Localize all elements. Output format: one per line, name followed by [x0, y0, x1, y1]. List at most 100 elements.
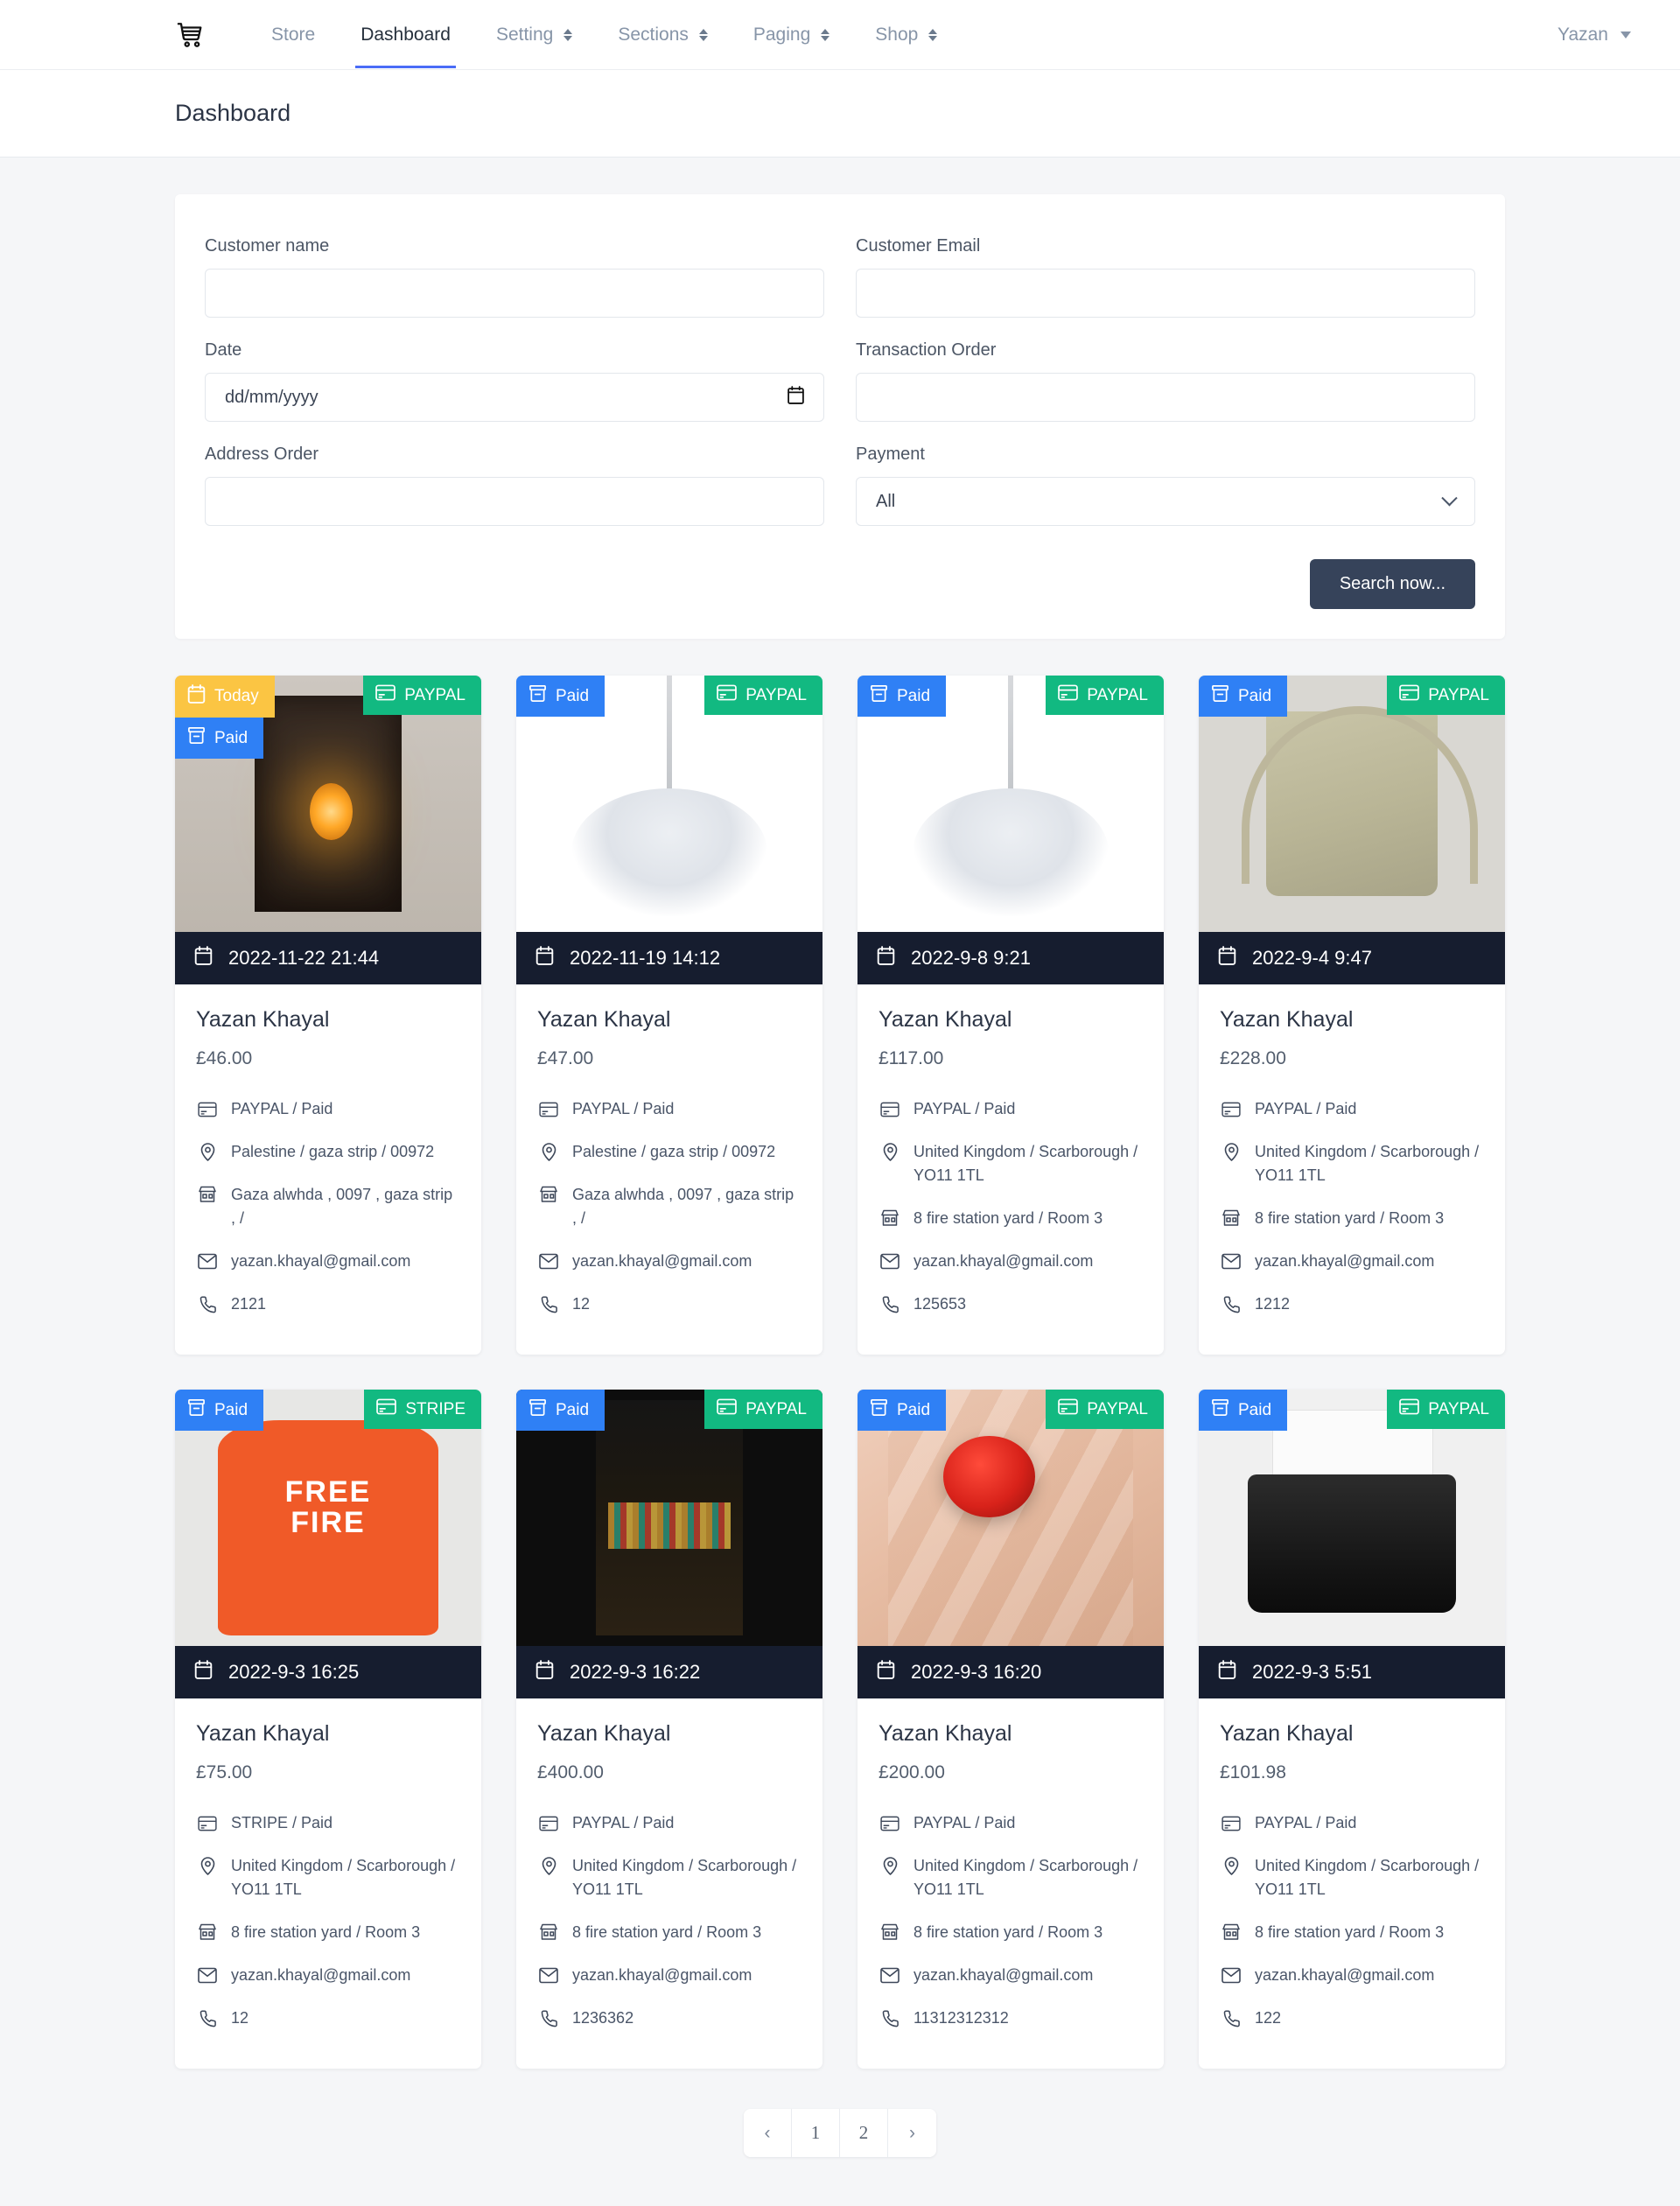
customer-name: Yazan Khayal: [878, 1721, 1012, 1746]
badge-status: Paid: [1199, 1390, 1288, 1431]
customer-name-input[interactable]: [205, 269, 824, 318]
credit-card-icon: [1399, 684, 1420, 706]
badge-gateway-label: PAYPAL: [1428, 1399, 1489, 1418]
badge-gateway-label: STRIPE: [405, 1399, 466, 1418]
order-card[interactable]: Paid PAYPAL 2022-9-8 9:21 Yazan Khayal £…: [858, 676, 1164, 1355]
order-image-wrapper: Paid PAYPAL: [1199, 676, 1505, 932]
order-email-row: yazan.khayal@gmail.com: [1220, 1250, 1484, 1273]
order-phone-row: 125653: [878, 1292, 1143, 1316]
order-card[interactable]: Paid STRIPE 2022-9-3 16:25 Yazan Khayal …: [175, 1390, 481, 2069]
map-pin-icon: [878, 1854, 901, 1875]
order-phone-value: 1236362: [572, 2009, 634, 2027]
order-details: Yazan Khayal £228.00 PAYPAL / Paid Unite…: [1199, 984, 1505, 1355]
order-date-bar: 2022-9-3 16:25: [175, 1646, 481, 1698]
payment-select[interactable]: All: [856, 477, 1475, 526]
order-address-value: Gaza alwhda , 0097 , gaza strip , /: [572, 1186, 794, 1227]
order-card[interactable]: Today Paid PAYPAL 2022-11-22 21:44 Yazan…: [175, 676, 481, 1355]
order-phone-value: 1212: [1255, 1295, 1291, 1313]
credit-card-icon: [1220, 1816, 1242, 1831]
customer-name-label: Customer name: [205, 236, 330, 256]
nav-item-sections[interactable]: Sections: [595, 2, 731, 68]
order-location-value: Palestine / gaza strip / 00972: [572, 1143, 776, 1160]
box-icon: [187, 726, 206, 750]
order-payment-value: PAYPAL / Paid: [914, 1100, 1016, 1117]
search-form-grid: Customer name Customer Email Date dd/mm/…: [205, 236, 1475, 549]
order-card[interactable]: Paid PAYPAL 2022-9-3 16:22 Yazan Khayal …: [516, 1390, 822, 2069]
order-phone-row: 1236362: [537, 2006, 802, 2030]
order-amount: £47.00: [537, 1048, 594, 1068]
credit-card-icon: [196, 1816, 219, 1831]
badge-gateway: PAYPAL: [1387, 676, 1505, 715]
order-location-value: Palestine / gaza strip / 00972: [231, 1143, 435, 1160]
pagination-prev-button[interactable]: ‹: [744, 2109, 792, 2157]
order-details: Yazan Khayal £75.00 STRIPE / Paid United…: [175, 1698, 481, 2069]
order-amount: £117.00: [878, 1048, 944, 1068]
badge-gateway-label: PAYPAL: [746, 685, 807, 704]
order-image-wrapper: Paid PAYPAL: [516, 1390, 822, 1646]
nav-item-dashboard[interactable]: Dashboard: [338, 2, 473, 68]
order-date: 2022-9-3 5:51: [1252, 1661, 1372, 1683]
address-order-input[interactable]: [205, 477, 824, 526]
orders-grid: Today Paid PAYPAL 2022-11-22 21:44 Yazan…: [175, 676, 1505, 2069]
order-card[interactable]: Paid PAYPAL 2022-9-4 9:47 Yazan Khayal £…: [1199, 676, 1505, 1355]
order-location-value: United Kingdom / Scarborough / YO11 1TL: [914, 1143, 1138, 1184]
nav-label: Setting: [495, 24, 554, 45]
order-location-value: United Kingdom / Scarborough / YO11 1TL: [572, 1857, 797, 1898]
date-input[interactable]: dd/mm/yyyy: [205, 373, 824, 422]
calendar-icon: [194, 1660, 213, 1684]
pagination-next-button[interactable]: ›: [888, 2109, 936, 2157]
calendar-icon: [536, 1660, 554, 1684]
order-date-bar: 2022-9-3 16:20: [858, 1646, 1164, 1698]
user-name: Yazan: [1558, 24, 1608, 45]
order-card[interactable]: Paid PAYPAL 2022-9-3 5:51 Yazan Khayal £…: [1199, 1390, 1505, 2069]
order-card[interactable]: Paid PAYPAL 2022-11-19 14:12 Yazan Khaya…: [516, 676, 822, 1355]
credit-card-icon: [717, 1398, 738, 1420]
badge-status: Paid: [516, 1390, 606, 1431]
pagination: ‹ 1 2 ›: [744, 2109, 936, 2157]
badge-gateway-label: PAYPAL: [404, 685, 466, 704]
nav-item-setting[interactable]: Setting: [473, 2, 595, 68]
badge-status: Paid: [858, 676, 947, 717]
store-icon: [878, 1207, 901, 1228]
customer-email-input[interactable]: [856, 269, 1475, 318]
pagination-page-1[interactable]: 1: [792, 2109, 840, 2157]
mail-icon: [1220, 1253, 1242, 1270]
customer-name: Yazan Khayal: [196, 1007, 330, 1032]
transaction-order-input[interactable]: [856, 373, 1475, 422]
order-phone-row: 122: [1220, 2006, 1484, 2030]
order-payment-row: PAYPAL / Paid: [878, 1811, 1143, 1835]
mail-icon: [878, 1253, 901, 1270]
pagination-page-2[interactable]: 2: [840, 2109, 888, 2157]
badge-gateway-label: PAYPAL: [1087, 1399, 1148, 1418]
brand-logo[interactable]: [175, 20, 206, 50]
calendar-icon[interactable]: [788, 385, 804, 410]
nav-item-shop[interactable]: Shop: [852, 2, 960, 68]
order-card[interactable]: Paid PAYPAL 2022-9-3 16:20 Yazan Khayal …: [858, 1390, 1164, 2069]
nav-item-store[interactable]: Store: [248, 2, 338, 68]
credit-card-icon: [878, 1102, 901, 1117]
order-phone-row: 12: [537, 1292, 802, 1316]
credit-card-icon: [1399, 1398, 1420, 1420]
phone-icon: [878, 2009, 901, 2027]
order-phone-value: 2121: [231, 1295, 267, 1313]
order-amount: £200.00: [878, 1762, 945, 1782]
badge-gateway-label: PAYPAL: [746, 1399, 807, 1418]
badge-status-label: Paid: [1238, 1400, 1272, 1419]
user-menu[interactable]: Yazan: [1544, 16, 1645, 54]
customer-name: Yazan Khayal: [196, 1721, 330, 1746]
calendar-icon: [187, 684, 206, 709]
date-placeholder: dd/mm/yyyy: [225, 387, 318, 407]
badge-status-label: Paid: [1238, 686, 1272, 705]
order-amount: £228.00: [1220, 1048, 1286, 1068]
nav-label: Store: [271, 24, 316, 45]
chevron-down-icon: [1441, 489, 1458, 506]
map-pin-icon: [196, 1854, 219, 1875]
order-location-value: United Kingdom / Scarborough / YO11 1TL: [231, 1857, 456, 1898]
search-now-button[interactable]: Search now...: [1309, 559, 1475, 609]
order-phone-row: 12: [196, 2006, 460, 2030]
order-details: Yazan Khayal £117.00 PAYPAL / Paid Unite…: [858, 984, 1164, 1355]
map-pin-icon: [537, 1854, 560, 1875]
store-icon: [537, 1183, 560, 1204]
order-address-value: 8 fire station yard / Room 3: [1255, 1209, 1445, 1227]
nav-item-paging[interactable]: Paging: [731, 2, 852, 68]
